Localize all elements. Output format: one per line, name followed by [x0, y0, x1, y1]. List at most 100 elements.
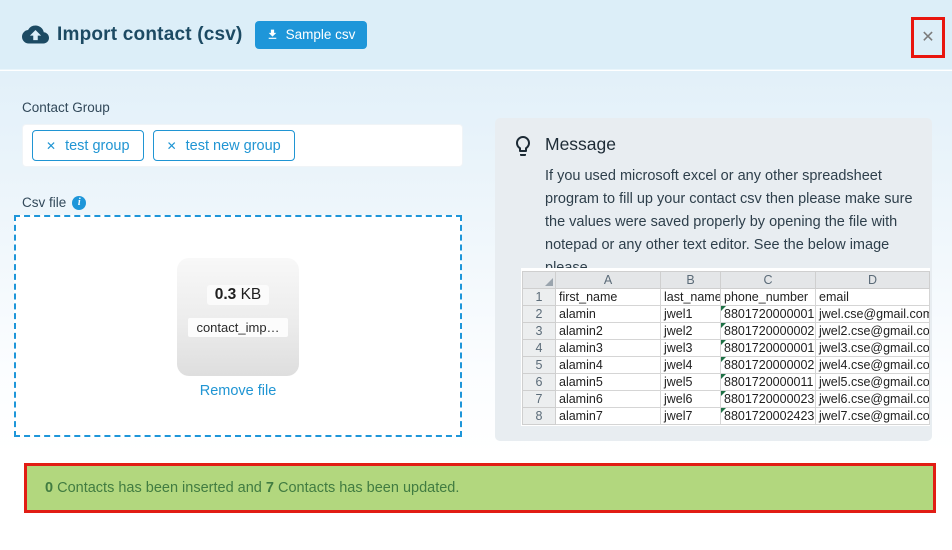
excel-warning-triangle-icon: [721, 374, 726, 379]
sheet-cell: jwel3: [661, 340, 721, 357]
tag-label: test group: [65, 138, 130, 154]
file-preview-card: 0.3 KB contact_imp…: [177, 258, 299, 376]
excel-warning-triangle-icon: [721, 323, 726, 328]
cloud-upload-icon: [22, 21, 49, 48]
sheet-cell: 8801720000002: [721, 357, 816, 374]
sheet-row: 5alamin4jwel48801720000002jwel4.cse@gmai…: [523, 357, 930, 374]
sheet-cell: jwel4.cse@gmail.com: [816, 357, 930, 374]
sheet-row: 1first_namelast_namephone_numberemail: [523, 289, 930, 306]
excel-warning-triangle-icon: [721, 408, 726, 413]
sheet-cell: jwel2: [661, 323, 721, 340]
sheet-column-letter: A: [556, 272, 661, 289]
sheet-cell: alamin3: [556, 340, 661, 357]
sheet-cell: jwel.cse@gmail.com: [816, 306, 930, 323]
csv-file-label-text: Csv file: [22, 195, 66, 210]
sample-csv-button[interactable]: Sample csv: [255, 21, 368, 49]
sheet-cell: alamin4: [556, 357, 661, 374]
excel-warning-triangle-icon: [721, 340, 726, 345]
inserted-text: Contacts has been inserted and: [53, 480, 266, 496]
contact-group-tag[interactable]: ✕ test group: [32, 130, 144, 161]
sheet-cell: jwel6.cse@gmail.com: [816, 391, 930, 408]
sheet-cell: jwel1: [661, 306, 721, 323]
sheet-column-letter: D: [816, 272, 930, 289]
sheet-row-number: 5: [523, 357, 556, 374]
sheet-column-letter: B: [661, 272, 721, 289]
sheet-row-number: 8: [523, 408, 556, 425]
file-size: 0.3 KB: [207, 285, 270, 305]
sheet-cell: jwel7.cse@gmail.com: [816, 408, 930, 425]
updated-count: 7: [266, 480, 274, 496]
sheet-cell: 8801720000001: [721, 306, 816, 323]
remove-file-link[interactable]: Remove file: [200, 383, 277, 399]
sheet-body: 1first_namelast_namephone_numberemail2al…: [523, 289, 930, 425]
import-contact-modal: Import contact (csv) Sample csv ✕ Contac…: [0, 0, 952, 550]
sheet-row: 6alamin5jwel58801720000011jwel5.cse@gmai…: [523, 374, 930, 391]
sheet-row: 2alaminjwel18801720000001jwel.cse@gmail.…: [523, 306, 930, 323]
sheet-row: 8alamin7jwel788017200024237jwel7.cse@gma…: [523, 408, 930, 425]
sheet-cell: 880172000002326: [721, 391, 816, 408]
sheet-corner-cell: [523, 272, 556, 289]
sheet-cell: jwel5: [661, 374, 721, 391]
sheet-row-number: 2: [523, 306, 556, 323]
file-name: contact_imp…: [188, 318, 287, 337]
updated-text: Contacts has been updated.: [274, 480, 459, 496]
sheet-row: 3alamin2jwel28801720000002jwel2.cse@gmai…: [523, 323, 930, 340]
info-icon[interactable]: i: [72, 196, 86, 210]
sheet-letter-row: ABCD: [523, 272, 930, 289]
sheet-cell: jwel3.cse@gmail.com: [816, 340, 930, 357]
contact-group-tags: ✕ test group ✕ test new group: [32, 130, 295, 161]
csv-file-label: Csv file i: [22, 195, 86, 210]
sheet-cell: 88017200024237: [721, 408, 816, 425]
close-icon[interactable]: ✕: [921, 30, 934, 46]
sheet-cell: email: [816, 289, 930, 306]
csv-dropzone[interactable]: 0.3 KB contact_imp… Remove file: [14, 215, 462, 437]
download-icon: [266, 28, 279, 41]
close-annotation-box: ✕: [911, 17, 945, 58]
sheet-cell: phone_number: [721, 289, 816, 306]
sheet-cell: first_name: [556, 289, 661, 306]
sheet-cell: alamin7: [556, 408, 661, 425]
alert-text: 0 Contacts has been inserted and 7 Conta…: [45, 480, 459, 496]
sheet-row: 4alamin3jwel38801720000001jwel3.cse@gmai…: [523, 340, 930, 357]
message-title: Message: [545, 134, 616, 155]
excel-warning-triangle-icon: [721, 357, 726, 362]
sheet-cell: jwel7: [661, 408, 721, 425]
lightbulb-icon: [511, 134, 535, 158]
sheet-cell: alamin2: [556, 323, 661, 340]
sheet-cell: alamin: [556, 306, 661, 323]
corner-triangle-icon: [545, 278, 553, 286]
file-size-unit: KB: [236, 286, 261, 303]
sheet-row-number: 6: [523, 374, 556, 391]
sheet-cell: 8801720000001: [721, 340, 816, 357]
sheet-cell: 8801720000011: [721, 374, 816, 391]
sample-csv-label: Sample csv: [286, 27, 356, 42]
sheet-cell: alamin6: [556, 391, 661, 408]
sheet-cell: last_name: [661, 289, 721, 306]
tag-remove-icon[interactable]: ✕: [46, 140, 56, 152]
excel-warning-triangle-icon: [721, 391, 726, 396]
excel-warning-triangle-icon: [721, 306, 726, 311]
sheet-column-letter: C: [721, 272, 816, 289]
sheet-row-number: 1: [523, 289, 556, 306]
contact-group-select[interactable]: ✕ test group ✕ test new group: [22, 124, 463, 167]
sheet-cell: jwel4: [661, 357, 721, 374]
sheet-cell: jwel5.cse@gmail.com: [816, 374, 930, 391]
spreadsheet-table: ABCD 1first_namelast_namephone_numberema…: [522, 271, 930, 425]
page-title: Import contact (csv): [57, 24, 243, 46]
import-result-alert: 0 Contacts has been inserted and 7 Conta…: [24, 463, 936, 513]
sheet-cell: jwel2.cse@gmail.com: [816, 323, 930, 340]
tag-remove-icon[interactable]: ✕: [167, 140, 177, 152]
file-size-value: 0.3: [215, 286, 237, 303]
spreadsheet-example-image: ABCD 1first_namelast_namephone_numberema…: [521, 268, 930, 426]
message-body: If you used microsoft excel or any other…: [545, 165, 927, 280]
sheet-cell: alamin5: [556, 374, 661, 391]
message-panel: Message If you used microsoft excel or a…: [495, 118, 932, 441]
modal-header: Import contact (csv) Sample csv ✕: [0, 0, 952, 70]
contact-group-tag[interactable]: ✕ test new group: [153, 130, 295, 161]
inserted-count: 0: [45, 480, 53, 496]
tag-label: test new group: [186, 138, 281, 154]
sheet-cell: jwel6: [661, 391, 721, 408]
sheet-row-number: 3: [523, 323, 556, 340]
sheet-cell: 8801720000002: [721, 323, 816, 340]
modal-body: Contact Group ✕test group✕test new group…: [0, 71, 952, 550]
